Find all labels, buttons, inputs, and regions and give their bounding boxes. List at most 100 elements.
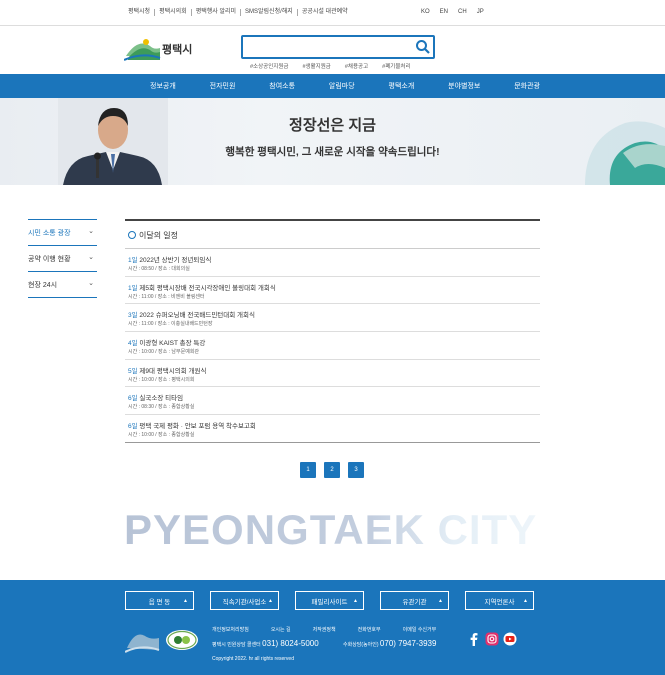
divider — [0, 25, 665, 26]
schedule-title: 평택 국제 평화 · 안보 포럼 용역 착수보고회 — [139, 423, 256, 431]
schedule-item-title-line: 1일 제5회 평택시장배 전국시각장애인 볼링대회 개회식 — [128, 282, 276, 292]
banner-subtitle: 행복한 평택시민, 그 새로운 시작을 약속드립니다! — [225, 146, 440, 158]
language-selector: KO EN CH JP — [421, 9, 484, 15]
city-logo-text[interactable]: 평택시 — [162, 41, 192, 57]
side-menu-item-field-24[interactable]: 현장 24시 ⌄ — [28, 271, 97, 297]
schedule-item[interactable]: 1일 2022년 상반기 정년퇴임식시간 : 08:50 / 장소 : 대회의실 — [125, 249, 540, 277]
mayor-photo — [58, 98, 168, 185]
caret-up-icon: ▲ — [353, 598, 358, 604]
schedule-item-title-line: 3일 2022 슈퍼오닝배 전국배드민턴대회 개회식 — [128, 309, 255, 319]
sign-language-label: 수화상담(농아인) — [343, 642, 379, 648]
nav-about[interactable]: 평택소개 — [389, 81, 415, 91]
select-label: 읍 면 동 — [148, 598, 171, 606]
schedule-item-title-line: 5일 제9대 평택시의회 개원식 — [128, 365, 206, 375]
schedule-list: 1일 2022년 상반기 정년퇴임식시간 : 08:50 / 장소 : 대회의실… — [125, 249, 540, 443]
divider — [28, 297, 97, 298]
schedule-item[interactable]: 3일 2022 슈퍼오닝배 전국배드민턴대회 개회식 시간 : 11:00 / 장… — [125, 304, 540, 333]
top-link-city-hall[interactable]: 평택시청 — [128, 9, 156, 16]
schedule-day: 5일 — [128, 367, 138, 375]
social-links — [467, 632, 517, 646]
schedule-item-title-line: 6일 평택 국제 평화 · 안보 포럼 용역 착수보고회 — [128, 420, 256, 430]
schedule-info: 시간 : 08:50 / 장소 : 대회의실 — [128, 266, 190, 272]
schedule-item[interactable]: 5일 제9대 평택시의회 개원식 시간 : 10:00 / 장소 : 평택시의회 — [125, 360, 540, 388]
lang-ch[interactable]: CH — [458, 9, 467, 15]
schedule-day: 3일 — [128, 312, 138, 320]
nav-field-info[interactable]: 분야별정보 — [448, 81, 480, 91]
lang-en[interactable]: EN — [440, 9, 448, 15]
schedule-section: 이달의 일정 1일 2022년 상반기 정년퇴임식시간 : 08:50 / 장소… — [125, 219, 540, 443]
top-link-sms[interactable]: SMS알림신청/해지 — [241, 9, 298, 16]
footer-link-copyright[interactable]: 저작권정책 — [313, 626, 336, 633]
select-related-org[interactable]: 유관기관 ▲ — [380, 591, 449, 610]
schedule-item-title-line: 4일 이광형 KAIST 총장 특강 — [128, 337, 205, 347]
schedule-item[interactable]: 6일 실국소장 티타임시간 : 08:30 / 장소 : 종합상황실 — [125, 387, 540, 416]
lang-jp[interactable]: JP — [477, 9, 484, 15]
page-button-2[interactable]: 2 — [324, 462, 340, 478]
sign-language-number: 070) 7947-3939 — [379, 639, 437, 648]
schedule-info: 시간 : 10:00 / 장소 : 남부문예회관 — [128, 349, 200, 356]
chevron-down-icon: ⌄ — [88, 280, 94, 287]
footer-link-email-refusal[interactable]: 이메일 수신거부 — [403, 626, 437, 633]
schedule-info: 시간 : 10:00 / 장소 : 종합상황실 — [128, 432, 195, 439]
schedule-item[interactable]: 1일 제5회 평택시장배 전국시각장애인 볼링대회 개회식 시간 : 11:00 … — [125, 277, 540, 305]
nav-culture-tourism[interactable]: 문화관광 — [514, 81, 540, 91]
side-menu-item-pledge-status[interactable]: 공약 이행 현황 ⌄ — [28, 245, 97, 271]
schedule-title: 이광형 KAIST 총장 특강 — [139, 340, 206, 348]
search-input[interactable] — [247, 40, 407, 54]
top-link-facility-rental[interactable]: 공공시설 대관예약 — [298, 9, 352, 16]
schedule-info: 시간 : 11:00 / 장소 : 비엔비 볼링센터 — [128, 293, 205, 300]
select-label: 직속기관/사업소 — [222, 598, 267, 606]
lang-ko[interactable]: KO — [421, 9, 430, 15]
instagram-icon[interactable] — [485, 632, 499, 646]
page-button-3[interactable]: 3 — [348, 462, 364, 478]
select-label: 패밀리사이트 — [311, 598, 348, 606]
banner-decoration — [585, 121, 665, 185]
footer-link-directions[interactable]: 오시는 길 — [271, 626, 291, 633]
schedule-title: 2022년 상반기 정년퇴임식 — [139, 257, 212, 264]
youtube-icon[interactable] — [503, 632, 517, 646]
top-link-event-alert[interactable]: 평택행사 알리미 — [192, 9, 242, 16]
nav-participation[interactable]: 참여소통 — [269, 81, 295, 91]
schedule-day: 1일 — [128, 257, 138, 264]
nav-e-civil[interactable]: 전자민원 — [210, 81, 236, 91]
nav-info-disclosure[interactable]: 정보공개 — [150, 81, 176, 91]
search-icon[interactable] — [415, 39, 431, 55]
select-town[interactable]: 읍 면 동 ▲ — [125, 591, 194, 610]
hashtag-link[interactable]: #채용공고 — [345, 62, 368, 70]
schedule-title: 제5회 평택시장배 전국시각장애인 볼링대회 개회식 — [139, 284, 276, 292]
schedule-info: 시간 : 08:30 / 장소 : 종합상황실 — [128, 404, 195, 411]
chevron-down-icon: ⌄ — [88, 228, 94, 235]
schedule-item[interactable]: 6일 평택 국제 평화 · 안보 포럼 용역 착수보고회시간 : 10:00 /… — [125, 415, 540, 443]
schedule-item-title-line: 6일 실국소장 티타임 — [128, 392, 183, 402]
footer-link-phonebook[interactable]: 전화번호부 — [358, 626, 381, 633]
side-menu-item-citizen-plaza[interactable]: 시민 소통 광장 ⌄ — [28, 219, 97, 245]
web-accessibility-mark-icon — [166, 630, 198, 650]
schedule-day: 1일 — [128, 284, 138, 292]
select-affiliated[interactable]: 직속기관/사업소 ▲ — [210, 591, 279, 610]
search-box — [241, 35, 435, 59]
schedule-info: 시간 : 10:00 / 장소 : 평택시의회 — [128, 376, 195, 383]
sign-language-info: 수화상담(농아인) 070) 7947-3939 — [343, 639, 436, 648]
page-button-1[interactable]: 1 — [300, 462, 316, 478]
top-link-council[interactable]: 평택시의회 — [155, 9, 192, 16]
hashtag-link[interactable]: #소상공인지원금 — [250, 62, 288, 70]
facebook-icon[interactable] — [467, 632, 481, 646]
schedule-day: 4일 — [128, 340, 138, 348]
footer: 읍 면 동 ▲ 직속기관/사업소 ▲ 패밀리사이트 ▲ 유관기관 ▲ 지역언론사 ▲ 개인… — [0, 580, 665, 675]
hashtag-link[interactable]: #폐기물처리 — [382, 62, 410, 70]
call-center-info: 평택시 민원상담 콜센터 031) 8024-5000 — [212, 639, 319, 648]
nav-notice[interactable]: 알림마당 — [329, 81, 355, 91]
schedule-header: 이달의 일정 — [125, 221, 540, 249]
schedule-item[interactable]: 4일 이광형 KAIST 총장 특강 시간 : 10:00 / 장소 : 남부문예… — [125, 332, 540, 360]
select-local-press[interactable]: 지역언론사 ▲ — [465, 591, 534, 610]
select-family-site[interactable]: 패밀리사이트 ▲ — [295, 591, 364, 610]
footer-links: 개인정보처리방침 오시는 길 저작권정책 전화번호부 이메일 수신거부 — [212, 626, 436, 633]
hashtag-link[interactable]: #생활지원금 — [302, 62, 330, 70]
select-label: 지역언론사 — [484, 598, 515, 606]
caret-up-icon: ▲ — [183, 598, 188, 604]
footer-site-selects: 읍 면 동 ▲ 직속기관/사업소 ▲ 패밀리사이트 ▲ 유관기관 ▲ 지역언론사 ▲ — [125, 591, 534, 610]
footer-link-privacy[interactable]: 개인정보처리방침 — [212, 626, 249, 633]
select-label: 유관기관 — [402, 598, 427, 606]
schedule-title: 2022 슈퍼오닝배 전국배드민턴대회 개회식 — [139, 312, 255, 320]
schedule-item-title-line: 1일 2022년 상반기 정년퇴임식 — [128, 254, 211, 264]
